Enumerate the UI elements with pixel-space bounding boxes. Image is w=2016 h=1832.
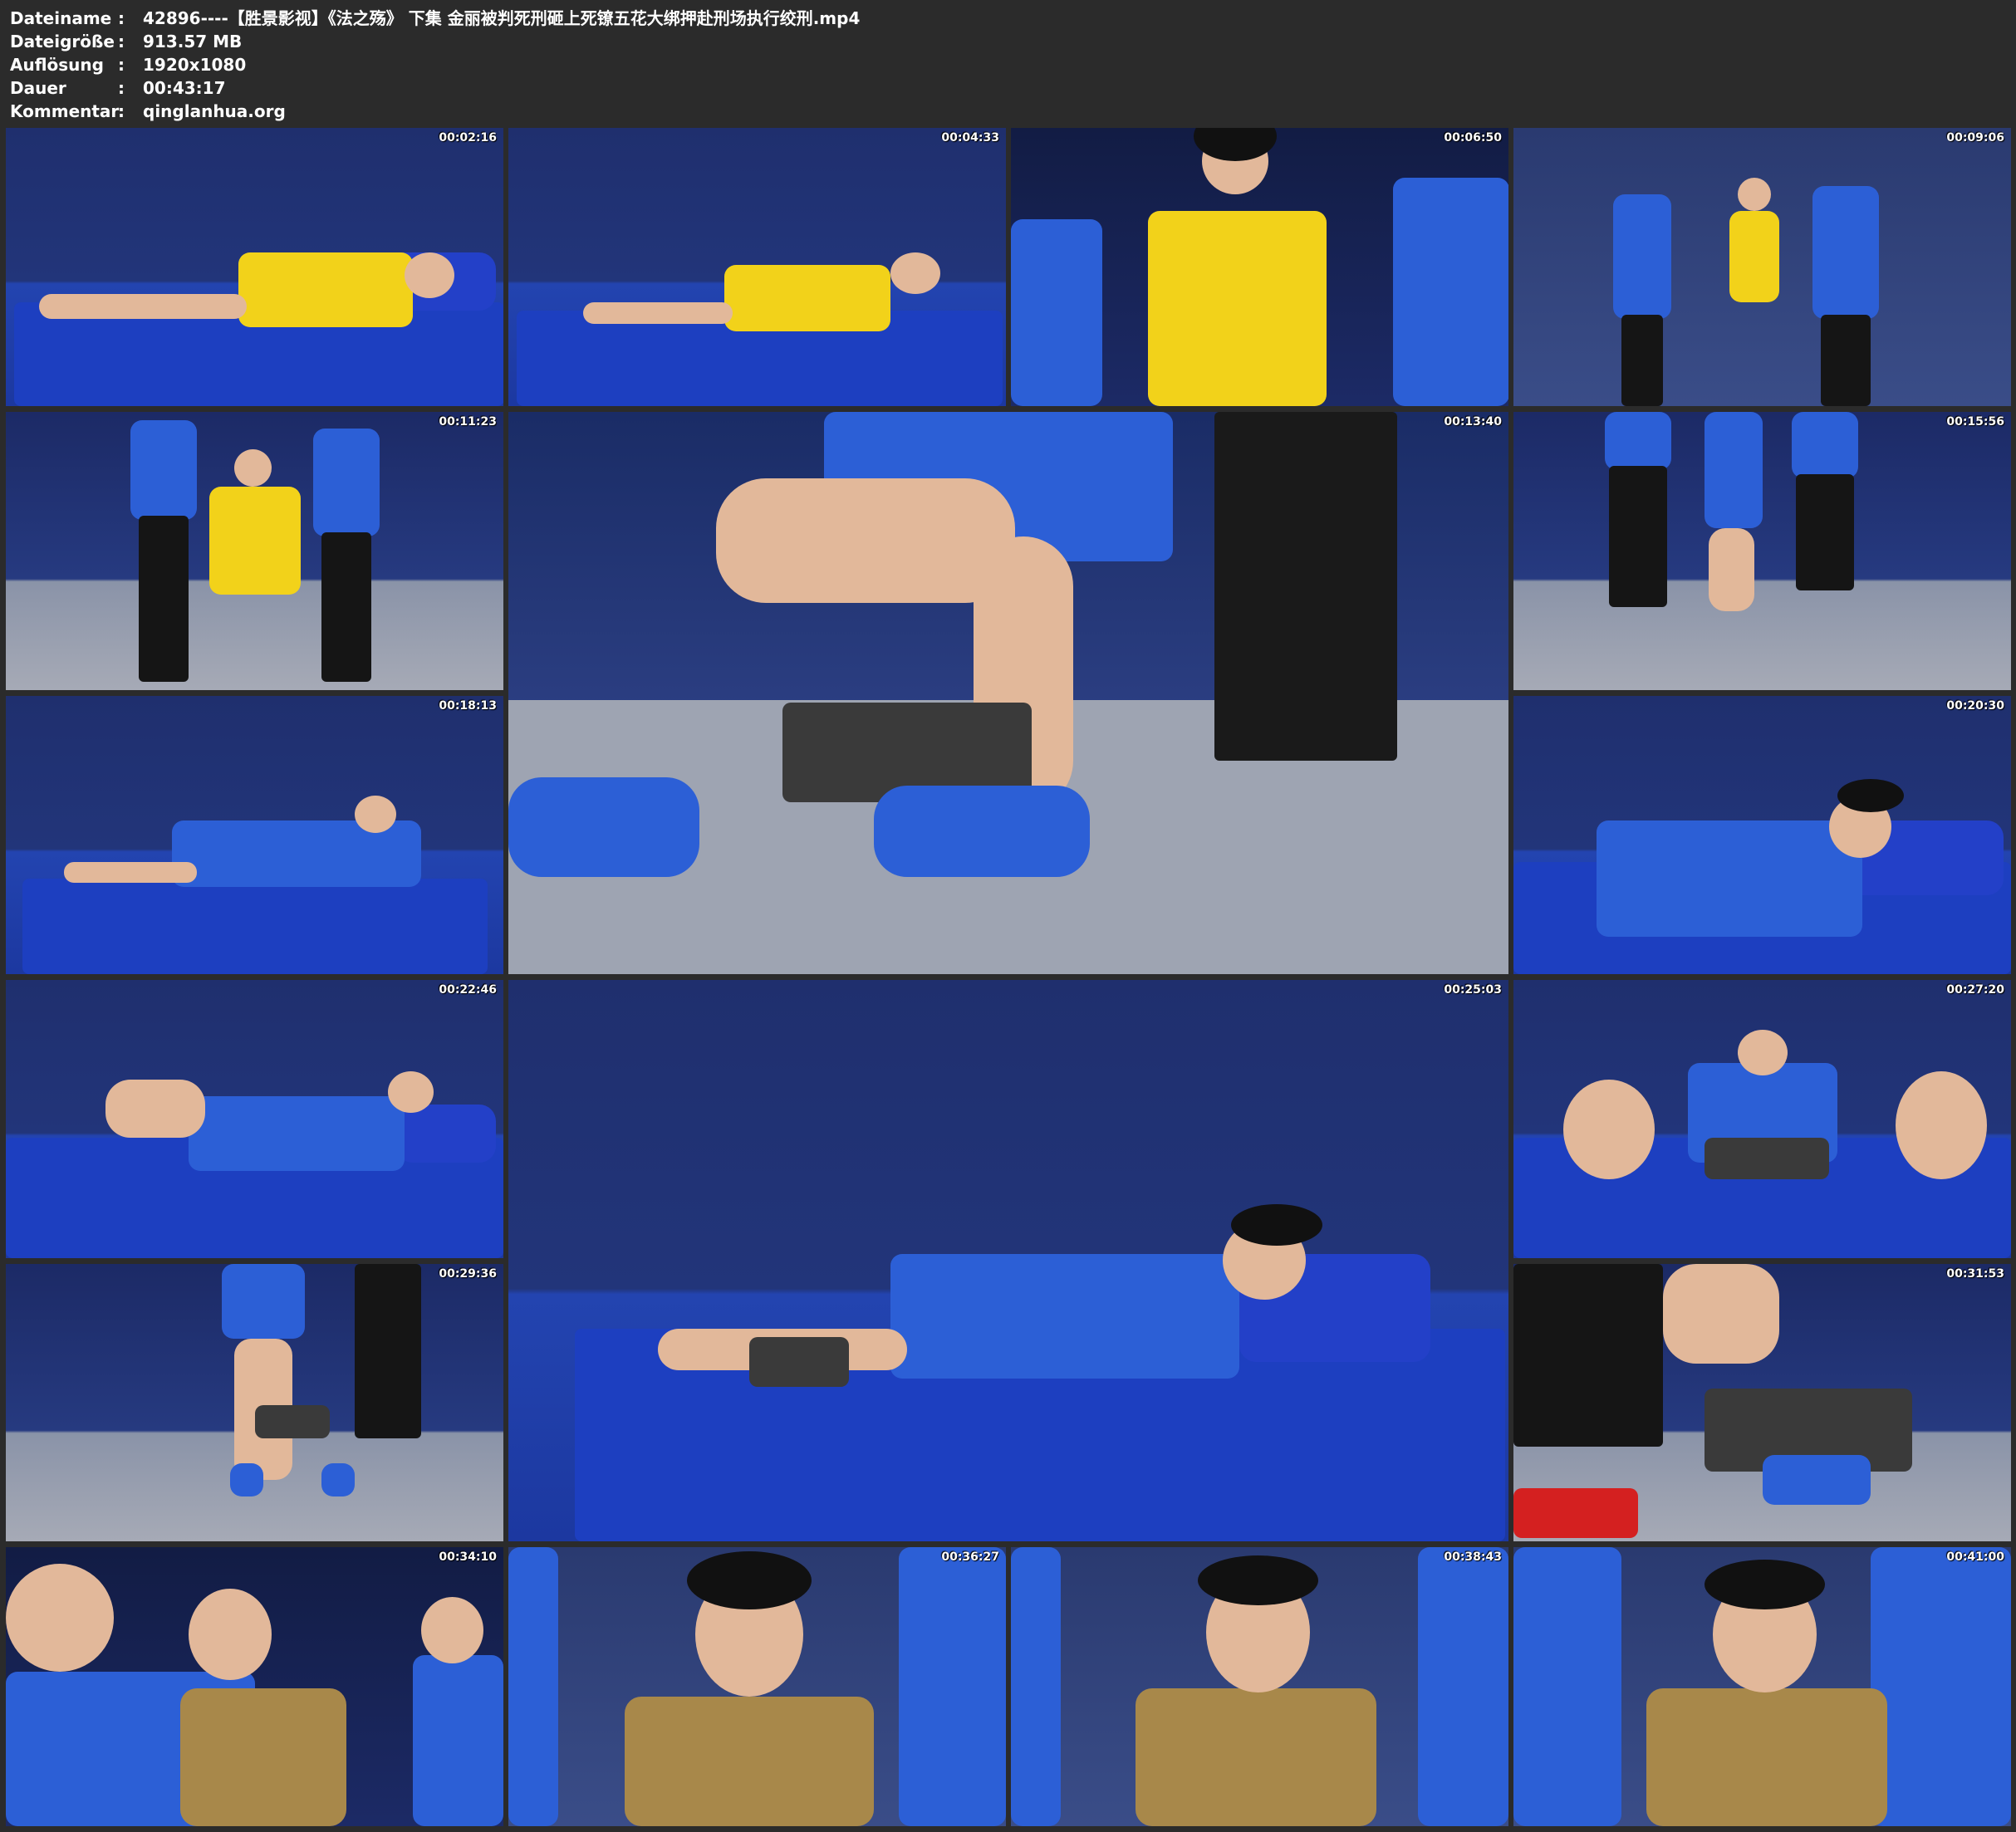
info-value: qinglanhua.org xyxy=(143,101,286,121)
info-separator: : xyxy=(118,32,125,51)
info-label: Kommentar xyxy=(10,101,120,121)
timestamp-label: 00:06:50 xyxy=(1444,131,1502,145)
info-separator: : xyxy=(118,8,125,28)
thumbnail-image xyxy=(1513,696,2011,974)
video-thumbnail[interactable]: 00:11:23 xyxy=(6,412,503,690)
info-label: Dauer xyxy=(10,78,66,98)
thumbnail-image xyxy=(1011,128,1508,406)
info-separator: : xyxy=(118,101,125,121)
info-label: Dateiname xyxy=(10,8,112,28)
video-thumbnail[interactable]: 00:15:56 xyxy=(1513,412,2011,690)
timestamp-label: 00:38:43 xyxy=(1444,1550,1502,1564)
thumbnail-image xyxy=(6,1264,503,1541)
info-value: 913.57 MB xyxy=(143,32,243,51)
info-separator: : xyxy=(118,55,125,75)
video-thumbnail[interactable]: 00:20:30 xyxy=(1513,696,2011,974)
thumbnail-image xyxy=(6,128,503,406)
timestamp-label: 00:02:16 xyxy=(439,131,497,145)
video-thumbnail[interactable]: 00:22:46 xyxy=(6,980,503,1258)
timestamp-label: 00:04:33 xyxy=(941,131,999,145)
timestamp-label: 00:31:53 xyxy=(1946,1267,2004,1281)
video-thumbnail[interactable]: 00:04:33 xyxy=(508,128,1006,406)
info-row-resolution: Auflösung : 1920x1080 xyxy=(10,53,2006,76)
info-separator: : xyxy=(118,78,125,98)
timestamp-label: 00:41:00 xyxy=(1946,1550,2004,1564)
thumbnail-image xyxy=(1513,412,2011,690)
video-thumbnail[interactable]: 00:13:40 xyxy=(508,412,1508,974)
video-thumbnail[interactable]: 00:09:06 xyxy=(1513,128,2011,406)
thumbnail-image xyxy=(508,1547,1006,1826)
thumbnail-image xyxy=(1513,128,2011,406)
timestamp-label: 00:36:27 xyxy=(941,1550,999,1564)
video-thumbnail[interactable]: 00:41:00 xyxy=(1513,1547,2011,1826)
info-row-filename: Dateiname : 42896----【胜景影视】《法之殇》 下集 金丽被判… xyxy=(10,7,2006,30)
info-row-comment: Kommentar : qinglanhua.org xyxy=(10,100,2006,123)
timestamp-label: 00:27:20 xyxy=(1946,983,2004,997)
file-info-header: Dateiname : 42896----【胜景影视】《法之殇》 下集 金丽被判… xyxy=(0,0,2016,125)
timestamp-label: 00:34:10 xyxy=(439,1550,497,1564)
thumbnail-image xyxy=(508,412,1508,974)
thumbnail-image xyxy=(1513,1547,2011,1826)
video-thumbnail[interactable]: 00:18:13 xyxy=(6,696,503,974)
video-thumbnail[interactable]: 00:29:36 xyxy=(6,1264,503,1541)
thumbnail-image xyxy=(508,128,1006,406)
timestamp-label: 00:20:30 xyxy=(1946,699,2004,713)
thumbnail-image xyxy=(508,980,1508,1541)
thumbnail-image xyxy=(6,696,503,974)
video-thumbnail[interactable]: 00:31:53 xyxy=(1513,1264,2011,1541)
timestamp-label: 00:11:23 xyxy=(439,415,497,429)
video-thumbnail[interactable]: 00:25:03 xyxy=(508,980,1508,1541)
timestamp-label: 00:15:56 xyxy=(1946,415,2004,429)
thumbnail-image xyxy=(1513,1264,2011,1541)
video-thumbnail[interactable]: 00:34:10 xyxy=(6,1547,503,1826)
info-value: 42896----【胜景影视】《法之殇》 下集 金丽被判死刑砸上死镣五花大绑押赴… xyxy=(143,8,861,28)
info-label: Dateigröße xyxy=(10,32,115,51)
timestamp-label: 00:18:13 xyxy=(439,699,497,713)
thumbnail-image xyxy=(6,980,503,1258)
timestamp-label: 00:29:36 xyxy=(439,1267,497,1281)
timestamp-label: 00:13:40 xyxy=(1444,415,1502,429)
info-value: 00:43:17 xyxy=(143,78,226,98)
timestamp-label: 00:09:06 xyxy=(1946,131,2004,145)
timestamp-label: 00:25:03 xyxy=(1444,983,1502,997)
info-row-duration: Dauer : 00:43:17 xyxy=(10,76,2006,100)
video-thumbnail[interactable]: 00:06:50 xyxy=(1011,128,1508,406)
info-value: 1920x1080 xyxy=(143,55,247,75)
video-thumbnail[interactable]: 00:36:27 xyxy=(508,1547,1006,1826)
thumbnail-image xyxy=(6,1547,503,1826)
video-thumbnail[interactable]: 00:02:16 xyxy=(6,128,503,406)
thumbnail-image xyxy=(6,412,503,690)
info-label: Auflösung xyxy=(10,55,104,75)
thumbnail-image xyxy=(1513,980,2011,1258)
video-thumbnail[interactable]: 00:27:20 xyxy=(1513,980,2011,1258)
video-thumbnail[interactable]: 00:38:43 xyxy=(1011,1547,1508,1826)
timestamp-label: 00:22:46 xyxy=(439,983,497,997)
info-row-filesize: Dateigröße : 913.57 MB xyxy=(10,30,2006,53)
thumbnail-image xyxy=(1011,1547,1508,1826)
